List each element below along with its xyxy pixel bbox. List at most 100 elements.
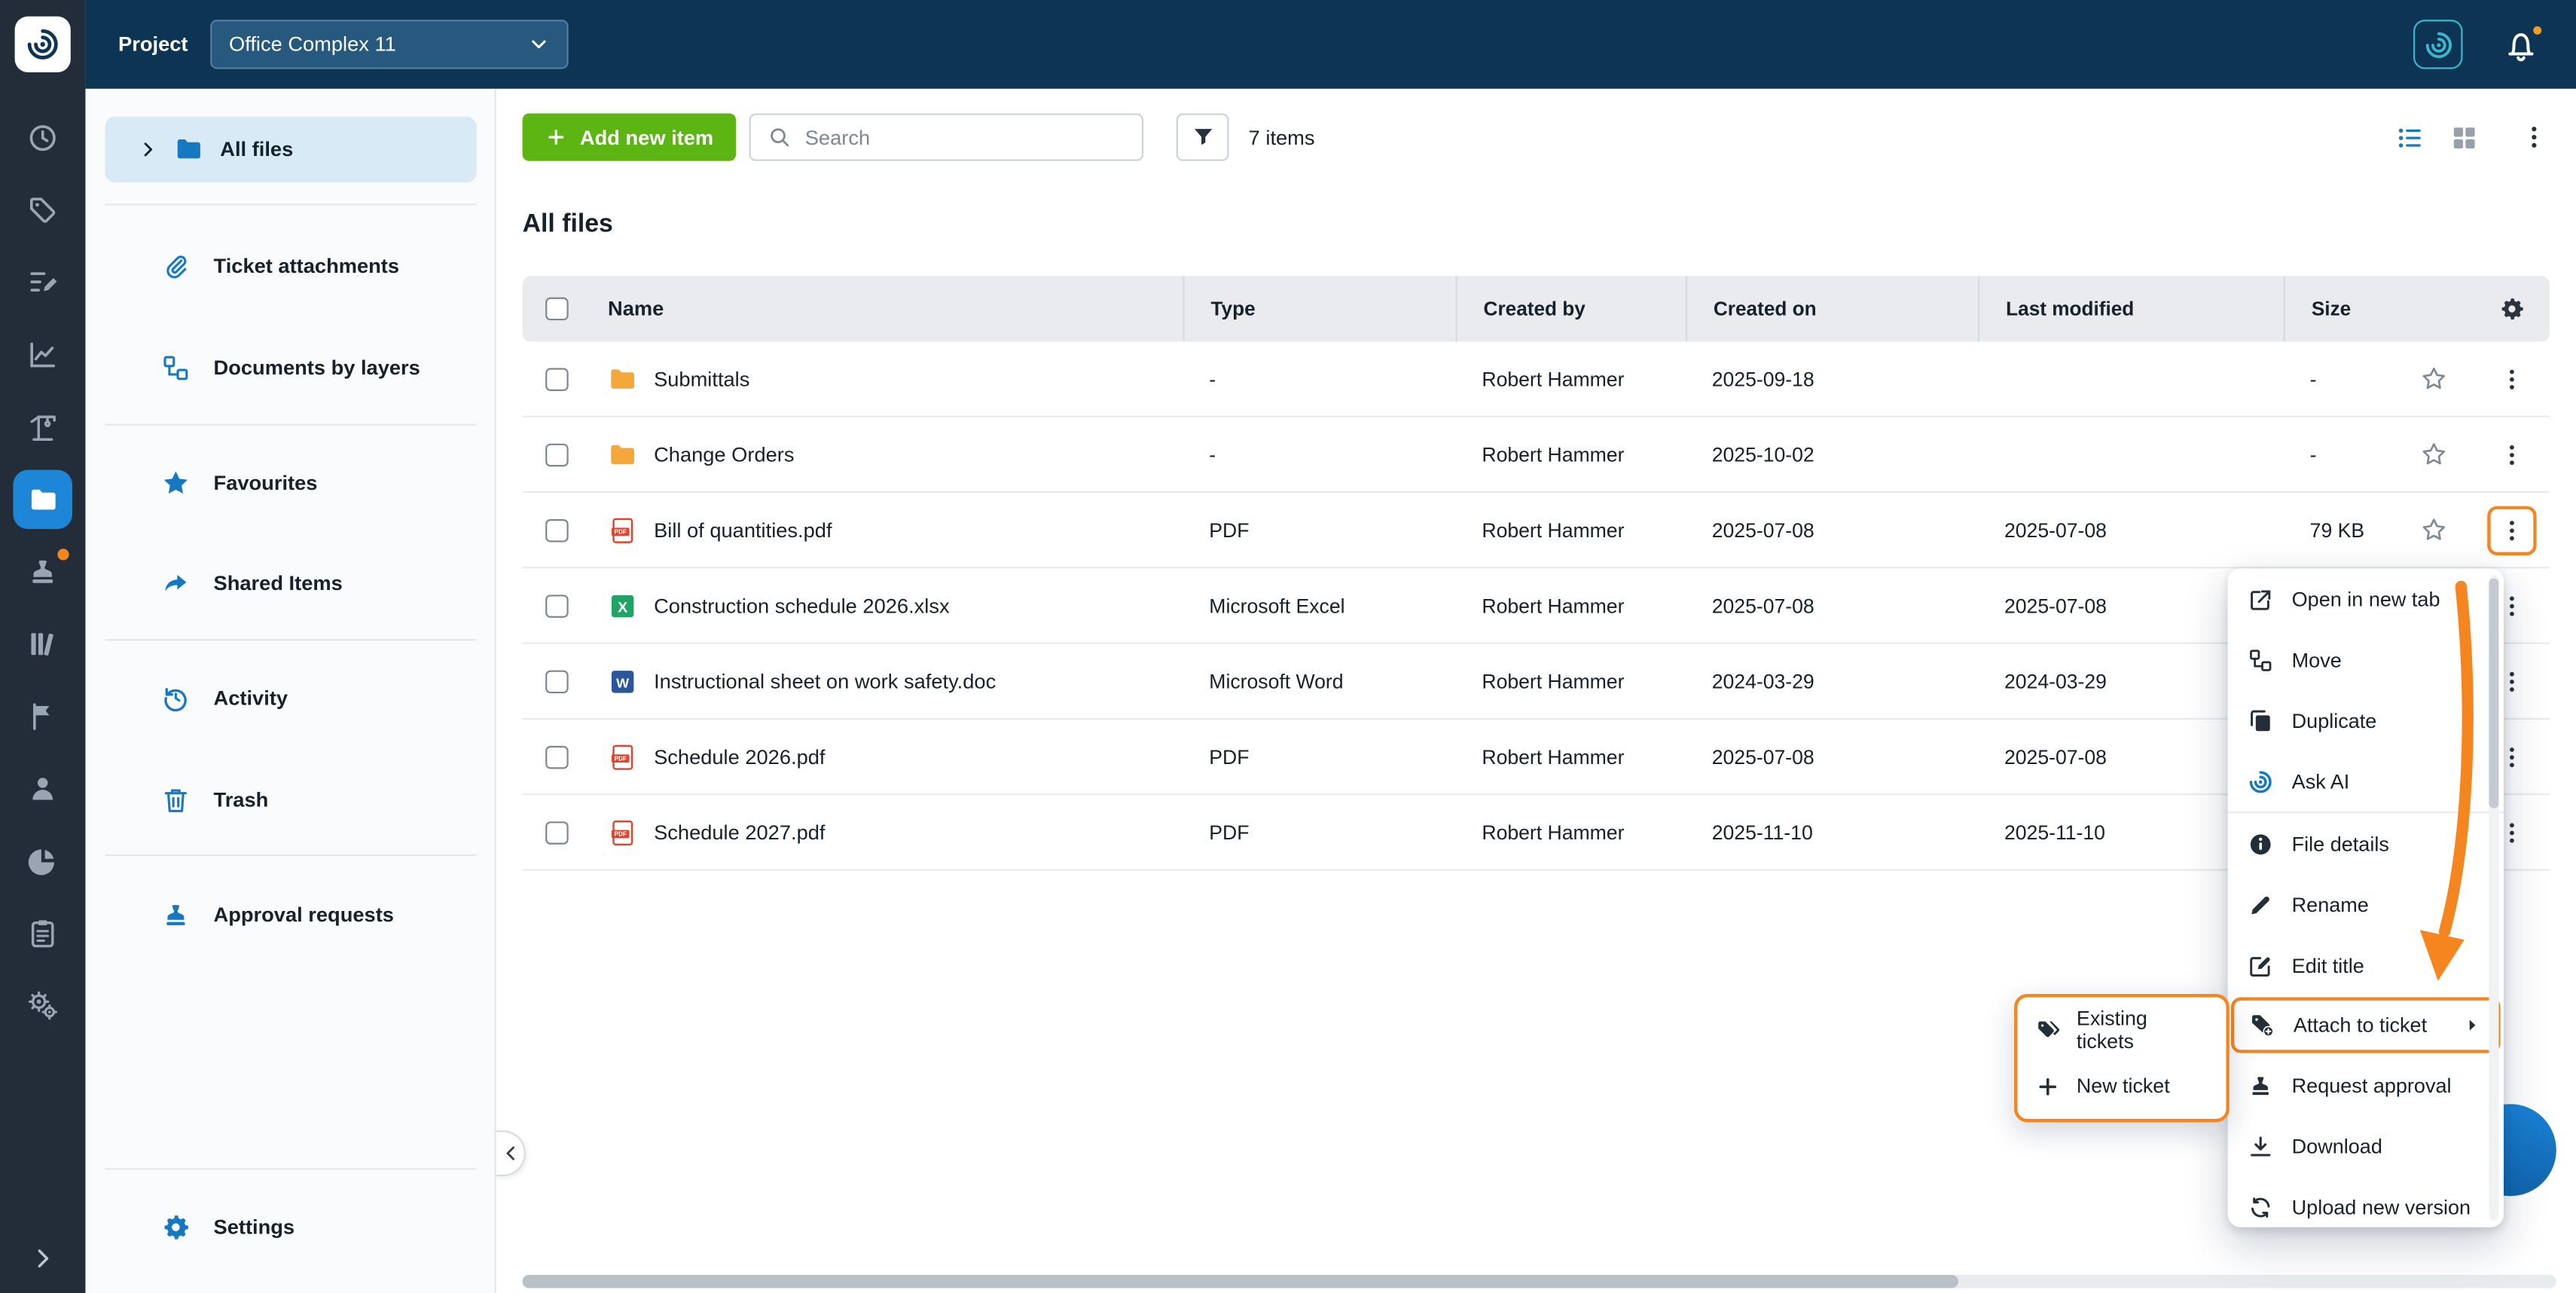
submenu-item-new-ticket[interactable]: New ticket	[2017, 1058, 2226, 1114]
row-menu-button-active[interactable]	[2486, 505, 2535, 554]
search-icon	[768, 125, 792, 150]
favourite-star-button[interactable]	[2419, 516, 2447, 544]
rail-item-automations[interactable]	[0, 969, 85, 1041]
column-header-last-modified[interactable]: Last modified	[1978, 276, 2284, 341]
menu-item-file-details[interactable]: File details	[2228, 813, 2504, 874]
rail-item-approvals[interactable]	[0, 536, 85, 608]
menu-item-upload-new-version[interactable]: Upload new version	[2228, 1176, 2504, 1227]
row-checkbox[interactable]	[545, 821, 569, 844]
row-menu-button[interactable]	[2486, 429, 2535, 478]
row-checkbox[interactable]	[545, 518, 569, 542]
page-title: All files	[523, 210, 613, 240]
list-view-button[interactable]	[2395, 124, 2425, 153]
row-checkbox[interactable]	[545, 443, 569, 466]
file-name[interactable]: Submittals	[654, 367, 749, 390]
menu-item-ask-ai[interactable]: Ask AI	[2228, 750, 2504, 812]
created-by: Robert Hammer	[1455, 443, 1685, 466]
file-name[interactable]: Construction schedule 2026.xlsx	[654, 594, 950, 617]
file-name[interactable]: Instructional sheet on work safety.doc	[654, 670, 996, 693]
table-row[interactable]: Change Orders - Robert Hammer 2025-10-02…	[523, 417, 2550, 493]
filter-button[interactable]	[1177, 113, 1229, 160]
app-logo[interactable]	[0, 0, 85, 89]
file-name[interactable]: Bill of quantities.pdf	[654, 518, 832, 542]
rail-item-tasks[interactable]	[0, 246, 85, 319]
submenu-item-existing-tickets[interactable]: Existing tickets	[2017, 1002, 2226, 1058]
sidebar-item-trash[interactable]: Trash	[105, 767, 477, 833]
favourite-star-button[interactable]	[2419, 365, 2447, 393]
excel-icon: X	[608, 591, 637, 620]
rail-item-overview[interactable]	[0, 102, 85, 174]
menu-item-open-in-new-tab[interactable]: Open in new tab	[2228, 568, 2504, 629]
sidebar-item-documents-by-layers[interactable]: Documents by layers	[105, 335, 477, 401]
notifications-button[interactable]	[2502, 26, 2540, 63]
table-settings-button[interactable]	[2473, 276, 2550, 341]
menu-item-download[interactable]: Download	[2228, 1116, 2504, 1177]
column-header-created-by[interactable]: Created by	[1455, 276, 1685, 341]
select-all-checkbox[interactable]	[545, 298, 569, 321]
gear-icon	[161, 1212, 191, 1242]
rail-item-site[interactable]	[0, 391, 85, 463]
row-checkbox[interactable]	[545, 594, 569, 617]
column-header-type[interactable]: Type	[1183, 276, 1455, 341]
table-row[interactable]: Submittals - Robert Hammer 2025-09-18 -	[523, 342, 2550, 417]
file-name[interactable]: Change Orders	[654, 443, 794, 466]
rail-item-forms[interactable]	[0, 897, 85, 970]
svg-text:PDF: PDF	[615, 830, 627, 837]
favourite-star-button[interactable]	[2419, 440, 2447, 468]
column-header-size[interactable]: Size	[2284, 276, 2394, 341]
row-menu-button[interactable]	[2486, 354, 2535, 403]
last-modified: 2025-07-08	[1978, 518, 2284, 542]
rail-item-tags[interactable]	[0, 174, 85, 246]
notification-badge	[57, 549, 69, 560]
row-checkbox[interactable]	[545, 367, 569, 390]
menu-item-duplicate[interactable]: Duplicate	[2228, 690, 2504, 751]
row-checkbox[interactable]	[545, 745, 569, 769]
menu-item-edit-title[interactable]: Edit title	[2228, 935, 2504, 996]
word-icon: W	[608, 666, 637, 695]
add-new-item-button[interactable]: Add new item	[523, 113, 737, 160]
search-input[interactable]	[805, 126, 1125, 149]
grid-view-button[interactable]	[2449, 124, 2479, 153]
menu-item-request-approval[interactable]: Request approval	[2228, 1055, 2504, 1116]
grid-view-icon	[2449, 124, 2479, 153]
file-name[interactable]: Schedule 2026.pdf	[654, 745, 825, 769]
menu-scrollbar-thumb[interactable]	[2489, 579, 2498, 809]
sidebar-item-all-files[interactable]: All files	[105, 117, 477, 182]
toolbar-menu-button[interactable]	[2520, 124, 2548, 151]
menu-item-rename[interactable]: Rename	[2228, 874, 2504, 935]
file-type: PDF	[1183, 518, 1455, 542]
sidebar-item-label: Activity	[214, 686, 288, 710]
menu-item-attach-to-ticket[interactable]: Attach to ticket	[2231, 998, 2501, 1053]
horizontal-scrollbar-thumb[interactable]	[523, 1275, 1958, 1288]
chevron-right-icon[interactable]	[138, 139, 157, 159]
rail-expand-button[interactable]	[0, 1234, 85, 1283]
column-header-created-on[interactable]: Created on	[1686, 276, 1978, 341]
rail-item-flags[interactable]	[0, 680, 85, 753]
menu-item-move[interactable]: Move	[2228, 629, 2504, 690]
rail-item-people[interactable]	[0, 753, 85, 825]
created-on: 2025-07-08	[1686, 745, 1978, 769]
row-checkbox[interactable]	[545, 670, 569, 693]
stamp-icon	[161, 900, 191, 930]
rail-item-reports[interactable]	[0, 319, 85, 391]
rail-item-insights[interactable]	[0, 825, 85, 897]
file-name[interactable]: Schedule 2027.pdf	[654, 821, 825, 844]
rail-item-library[interactable]	[0, 608, 85, 680]
kebab-icon	[2520, 124, 2548, 151]
svg-text:PDF: PDF	[615, 754, 627, 761]
horizontal-scrollbar[interactable]	[523, 1275, 2556, 1288]
column-header-name[interactable]: Name	[591, 276, 1183, 341]
sidebar-item-ticket-attachments[interactable]: Ticket attachments	[105, 234, 477, 299]
sidebar-item-label: All files	[220, 138, 293, 161]
kebab-icon	[2498, 441, 2524, 467]
table-row[interactable]: PDFBill of quantities.pdf PDF Robert Ham…	[523, 493, 2550, 568]
pencil-icon	[2248, 891, 2274, 918]
sidebar-item-approval-requests[interactable]: Approval requests	[105, 882, 477, 948]
sidebar-item-settings[interactable]: Settings	[105, 1194, 477, 1260]
project-selector[interactable]: Office Complex 11	[211, 20, 569, 69]
ai-assistant-button[interactable]	[2413, 20, 2462, 69]
sidebar-item-shared-items[interactable]: Shared Items	[105, 550, 477, 616]
sidebar-item-favourites[interactable]: Favourites	[105, 450, 477, 515]
sidebar-item-activity[interactable]: Activity	[105, 665, 477, 731]
rail-item-files[interactable]	[0, 463, 85, 536]
